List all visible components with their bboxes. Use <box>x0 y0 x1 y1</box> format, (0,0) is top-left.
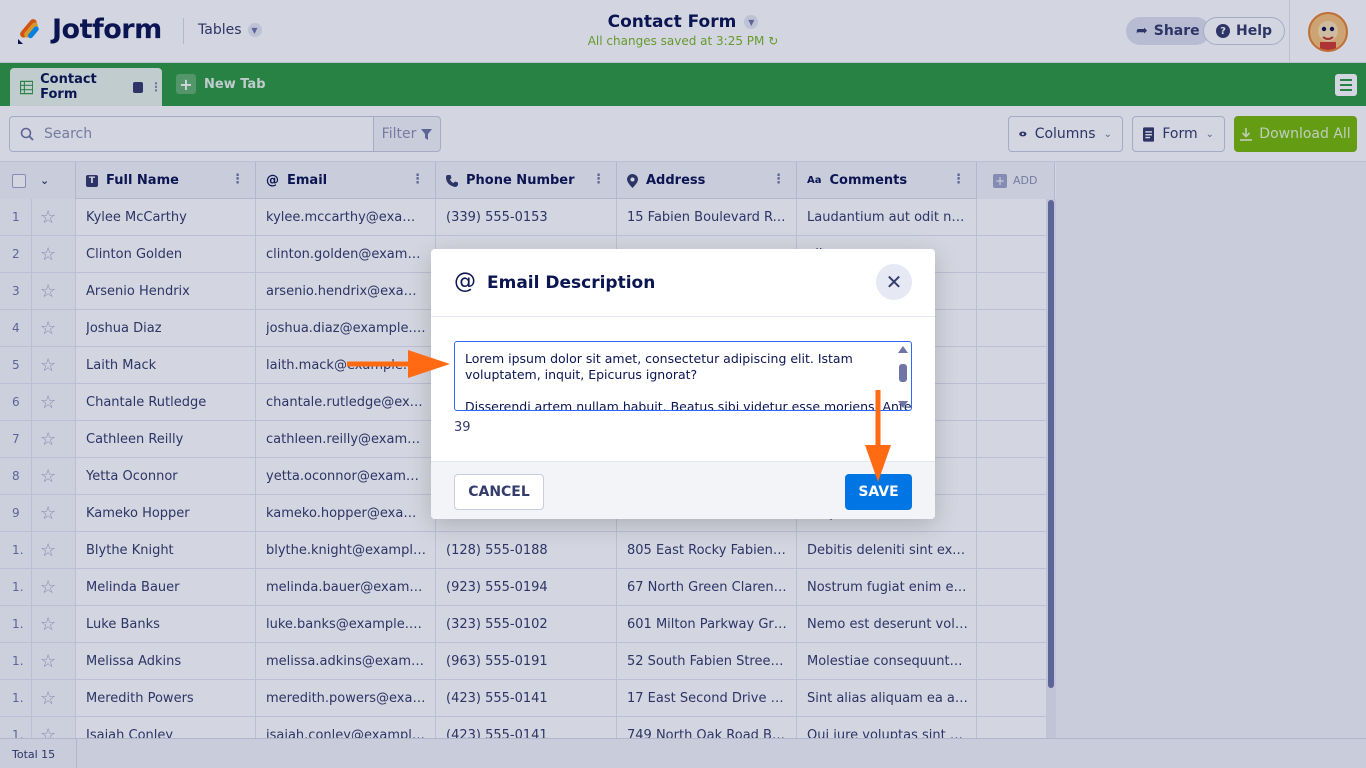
textarea-paragraph-2: Disserendi artem nullam habuit. Beatus s… <box>465 399 912 411</box>
at-icon: @ <box>454 269 476 294</box>
dialog-title: Email Description <box>487 273 656 293</box>
scroll-up-icon[interactable] <box>898 346 908 353</box>
cancel-button[interactable]: CANCEL <box>454 474 544 510</box>
textarea-scrollbar-thumb[interactable] <box>899 364 907 382</box>
textarea-scrollbar[interactable] <box>898 346 908 408</box>
description-textarea[interactable]: Lorem ipsum dolor sit amet, consectetur … <box>454 341 912 411</box>
scroll-down-icon[interactable] <box>898 401 908 408</box>
email-description-dialog: @ Email Description ✕ Lorem ipsum dolor … <box>431 249 935 519</box>
character-count: 39 <box>454 420 471 435</box>
save-button[interactable]: SAVE <box>845 474 912 510</box>
close-icon[interactable]: ✕ <box>876 264 912 300</box>
textarea-paragraph-1: Lorem ipsum dolor sit amet, consectetur … <box>465 351 853 382</box>
dialog-header: @ Email Description ✕ <box>431 249 935 317</box>
dialog-footer: CANCEL SAVE <box>431 461 935 519</box>
